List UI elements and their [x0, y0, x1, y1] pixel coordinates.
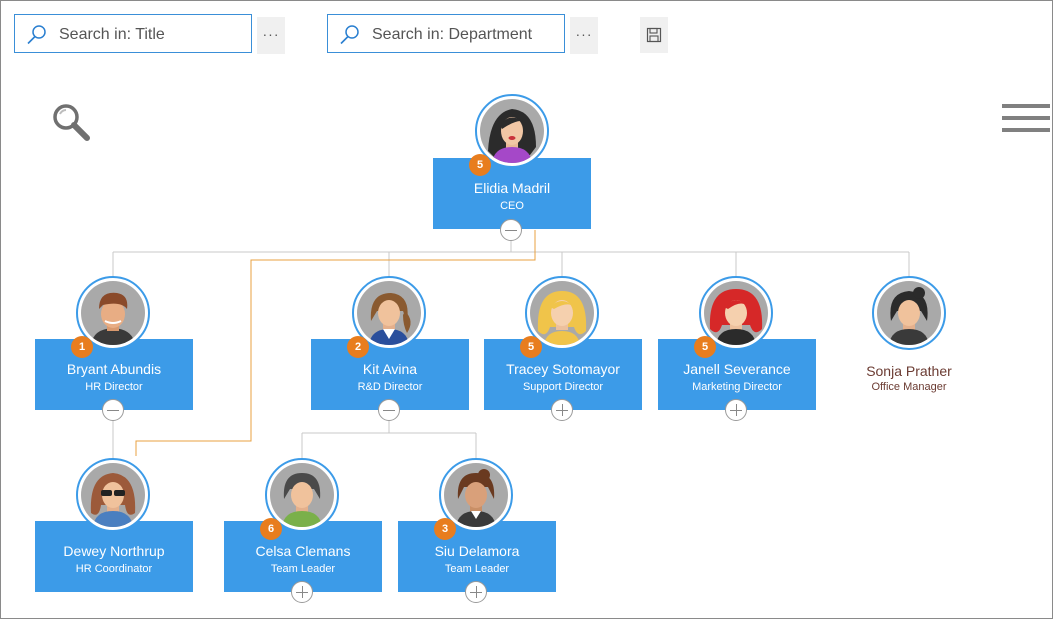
expand-toggle[interactable] — [291, 581, 313, 603]
expand-toggle[interactable] — [465, 581, 487, 603]
node-title: Marketing Director — [692, 381, 782, 393]
node-title: Team Leader — [444, 563, 510, 575]
node-name: Tracey Sotomayor — [506, 361, 620, 377]
org-chart-window: ··· ··· — [0, 0, 1053, 619]
node-title: R&D Director — [357, 381, 423, 393]
node-title: HR Coordinator — [75, 563, 153, 575]
count-badge: 3 — [434, 518, 456, 540]
node-name: Dewey Northrup — [63, 543, 165, 559]
node-title: Support Director — [522, 381, 604, 393]
node-title: Team Leader — [270, 563, 336, 575]
count-badge: 2 — [347, 336, 369, 358]
avatar — [872, 276, 946, 350]
count-badge: 5 — [694, 336, 716, 358]
node-name: Siu Delamora — [434, 543, 520, 559]
avatar — [76, 458, 150, 532]
node-name: Celsa Clemans — [255, 543, 351, 559]
count-badge: 5 — [520, 336, 542, 358]
node-name: Elidia Madril — [473, 180, 551, 196]
node-name: Bryant Abundis — [66, 361, 162, 377]
expand-toggle[interactable] — [725, 399, 747, 421]
node-name: Sonja Prather — [866, 363, 952, 379]
count-badge: 5 — [469, 154, 491, 176]
collapse-toggle[interactable] — [500, 219, 522, 241]
node-name: Janell Severance — [683, 361, 791, 377]
collapse-toggle[interactable] — [102, 399, 124, 421]
node-title: CEO — [500, 200, 524, 212]
count-badge: 6 — [260, 518, 282, 540]
count-badge: 1 — [71, 336, 93, 358]
node-title: HR Director — [85, 381, 143, 393]
collapse-toggle[interactable] — [378, 399, 400, 421]
node-title: Office Manager — [871, 381, 947, 393]
expand-toggle[interactable] — [551, 399, 573, 421]
node-name: Kit Avina — [362, 361, 418, 377]
